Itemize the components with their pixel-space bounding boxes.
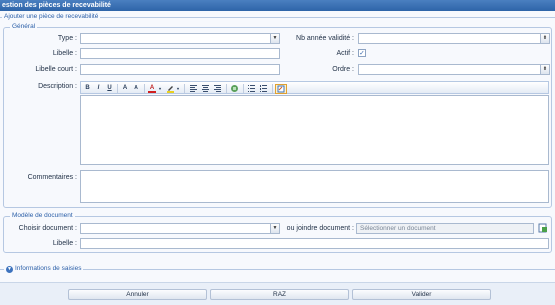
info-label: Informations de saisies [15, 265, 82, 273]
commentaires-label: Commentaires : [27, 174, 77, 181]
info-toggle[interactable]: ▼ Informations de saisies [4, 265, 84, 273]
libelle-court-input[interactable] [80, 64, 280, 75]
raz-button[interactable]: RAZ [210, 289, 349, 300]
toolbar-separator [226, 84, 227, 93]
annuler-button[interactable]: Annuler [68, 289, 207, 300]
nb-annee-spinner[interactable]: ⬍ [358, 33, 550, 44]
chevron-down-icon[interactable]: ▼ [270, 34, 279, 43]
type-label: Type : [57, 35, 77, 42]
align-left-icon[interactable] [189, 84, 198, 93]
libelle-input[interactable] [80, 48, 280, 59]
font-grow-button[interactable]: A [121, 84, 129, 93]
bullet-list-icon[interactable] [247, 84, 256, 93]
italic-button[interactable]: I [95, 84, 102, 93]
joindre-document-label: ou joindre document : [286, 225, 354, 232]
choisir-document-label: Choisir document : [18, 225, 77, 232]
chevron-down-icon[interactable]: ▾ [176, 84, 180, 93]
window-title: estion des pièces de recevabilité [0, 0, 555, 11]
libelle-court-label: Libelle court : [35, 66, 77, 73]
toolbar-separator [272, 84, 273, 93]
general-legend: Général [10, 23, 38, 31]
joindre-document-input[interactable]: Sélectionner un document [356, 223, 534, 234]
toolbar-separator [117, 84, 118, 93]
commentaires-textarea[interactable] [80, 170, 549, 203]
upload-document-icon[interactable] [538, 223, 548, 233]
choisir-document-select[interactable]: ▼ [80, 223, 280, 234]
editor-toolbar: B I U A A A ▾ ▾ [80, 81, 549, 94]
description-label: Description : [38, 83, 77, 90]
modele-legend: Modèle de document [10, 212, 75, 220]
valider-button[interactable]: Valider [352, 289, 491, 300]
toolbar-separator [243, 84, 244, 93]
chevron-down-icon[interactable]: ▼ [270, 224, 279, 233]
toolbar-separator [184, 84, 185, 93]
libelle-label: Libelle : [52, 50, 77, 57]
ordre-label: Ordre : [332, 66, 354, 73]
expand-icon[interactable]: ▼ [6, 265, 13, 273]
type-select[interactable]: ▼ [80, 33, 280, 44]
actif-checkbox[interactable]: ✓ [358, 49, 366, 57]
nb-annee-label: Nb année validité : [296, 35, 354, 42]
link-icon[interactable] [230, 84, 239, 93]
modele-libelle-input[interactable] [80, 238, 549, 249]
font-shrink-button[interactable]: A [132, 84, 140, 93]
ordre-spinner[interactable]: ⬍ [358, 64, 550, 75]
description-editor[interactable] [80, 95, 549, 165]
align-center-icon[interactable] [201, 84, 210, 93]
highlight-icon[interactable] [166, 84, 175, 93]
section-title: Ajouter une pièce de recevabilité [2, 12, 101, 21]
spinner-icon[interactable]: ⬍ [540, 34, 549, 43]
underline-button[interactable]: U [106, 84, 113, 93]
align-right-icon[interactable] [213, 84, 222, 93]
chevron-down-icon[interactable]: ▾ [158, 84, 162, 93]
font-color-button[interactable]: A [148, 84, 156, 93]
actif-label: Actif : [336, 50, 354, 57]
bold-button[interactable]: B [84, 84, 91, 93]
source-edit-icon[interactable] [275, 84, 287, 94]
toolbar-separator [144, 84, 145, 93]
spinner-icon[interactable]: ⬍ [540, 65, 549, 74]
numbered-list-icon[interactable] [259, 84, 268, 93]
modele-libelle-label: Libelle : [52, 240, 77, 247]
